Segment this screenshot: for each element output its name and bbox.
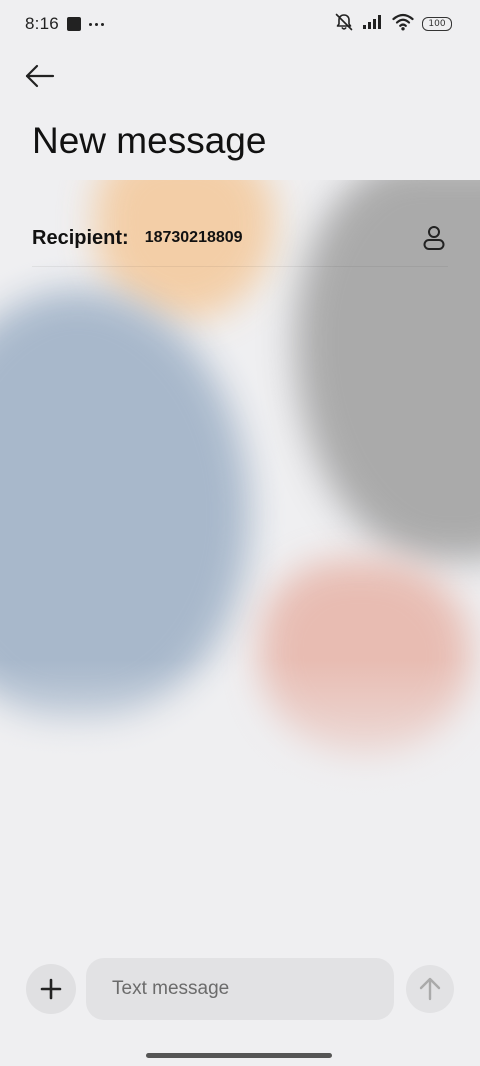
add-attachment-button[interactable] [26, 964, 76, 1014]
arrow-left-icon [25, 64, 55, 88]
signal-icon [362, 14, 384, 35]
plus-icon [40, 978, 62, 1000]
back-button[interactable] [22, 58, 58, 94]
new-message-screen: 8:16 100 New message Recipient: 18730218… [0, 0, 480, 1066]
recipient-label: Recipient: [32, 226, 129, 249]
battery-icon: 100 [422, 17, 452, 31]
status-left: 8:16 [25, 14, 104, 34]
text-message-input[interactable] [86, 958, 394, 1020]
recipient-number[interactable]: 18730218809 [145, 229, 416, 247]
stop-square-icon [66, 17, 81, 31]
arrow-up-icon [419, 977, 441, 1001]
send-button[interactable] [406, 965, 454, 1013]
page-title: New message [32, 120, 267, 161]
status-right: 100 [334, 12, 452, 37]
wifi-icon [392, 13, 414, 36]
person-icon [423, 226, 445, 250]
home-indicator[interactable] [146, 1053, 332, 1058]
bell-muted-icon [334, 12, 354, 37]
blue-blob [0, 290, 250, 720]
recipient-row: Recipient: 18730218809 [32, 210, 448, 267]
decorative-background [0, 180, 480, 820]
status-bar: 8:16 100 [0, 0, 480, 48]
status-time: 8:16 [25, 14, 59, 33]
more-dots-icon [88, 22, 104, 26]
message-composer [26, 958, 454, 1020]
contact-picker-button[interactable] [416, 220, 452, 256]
background-fade [0, 660, 480, 820]
